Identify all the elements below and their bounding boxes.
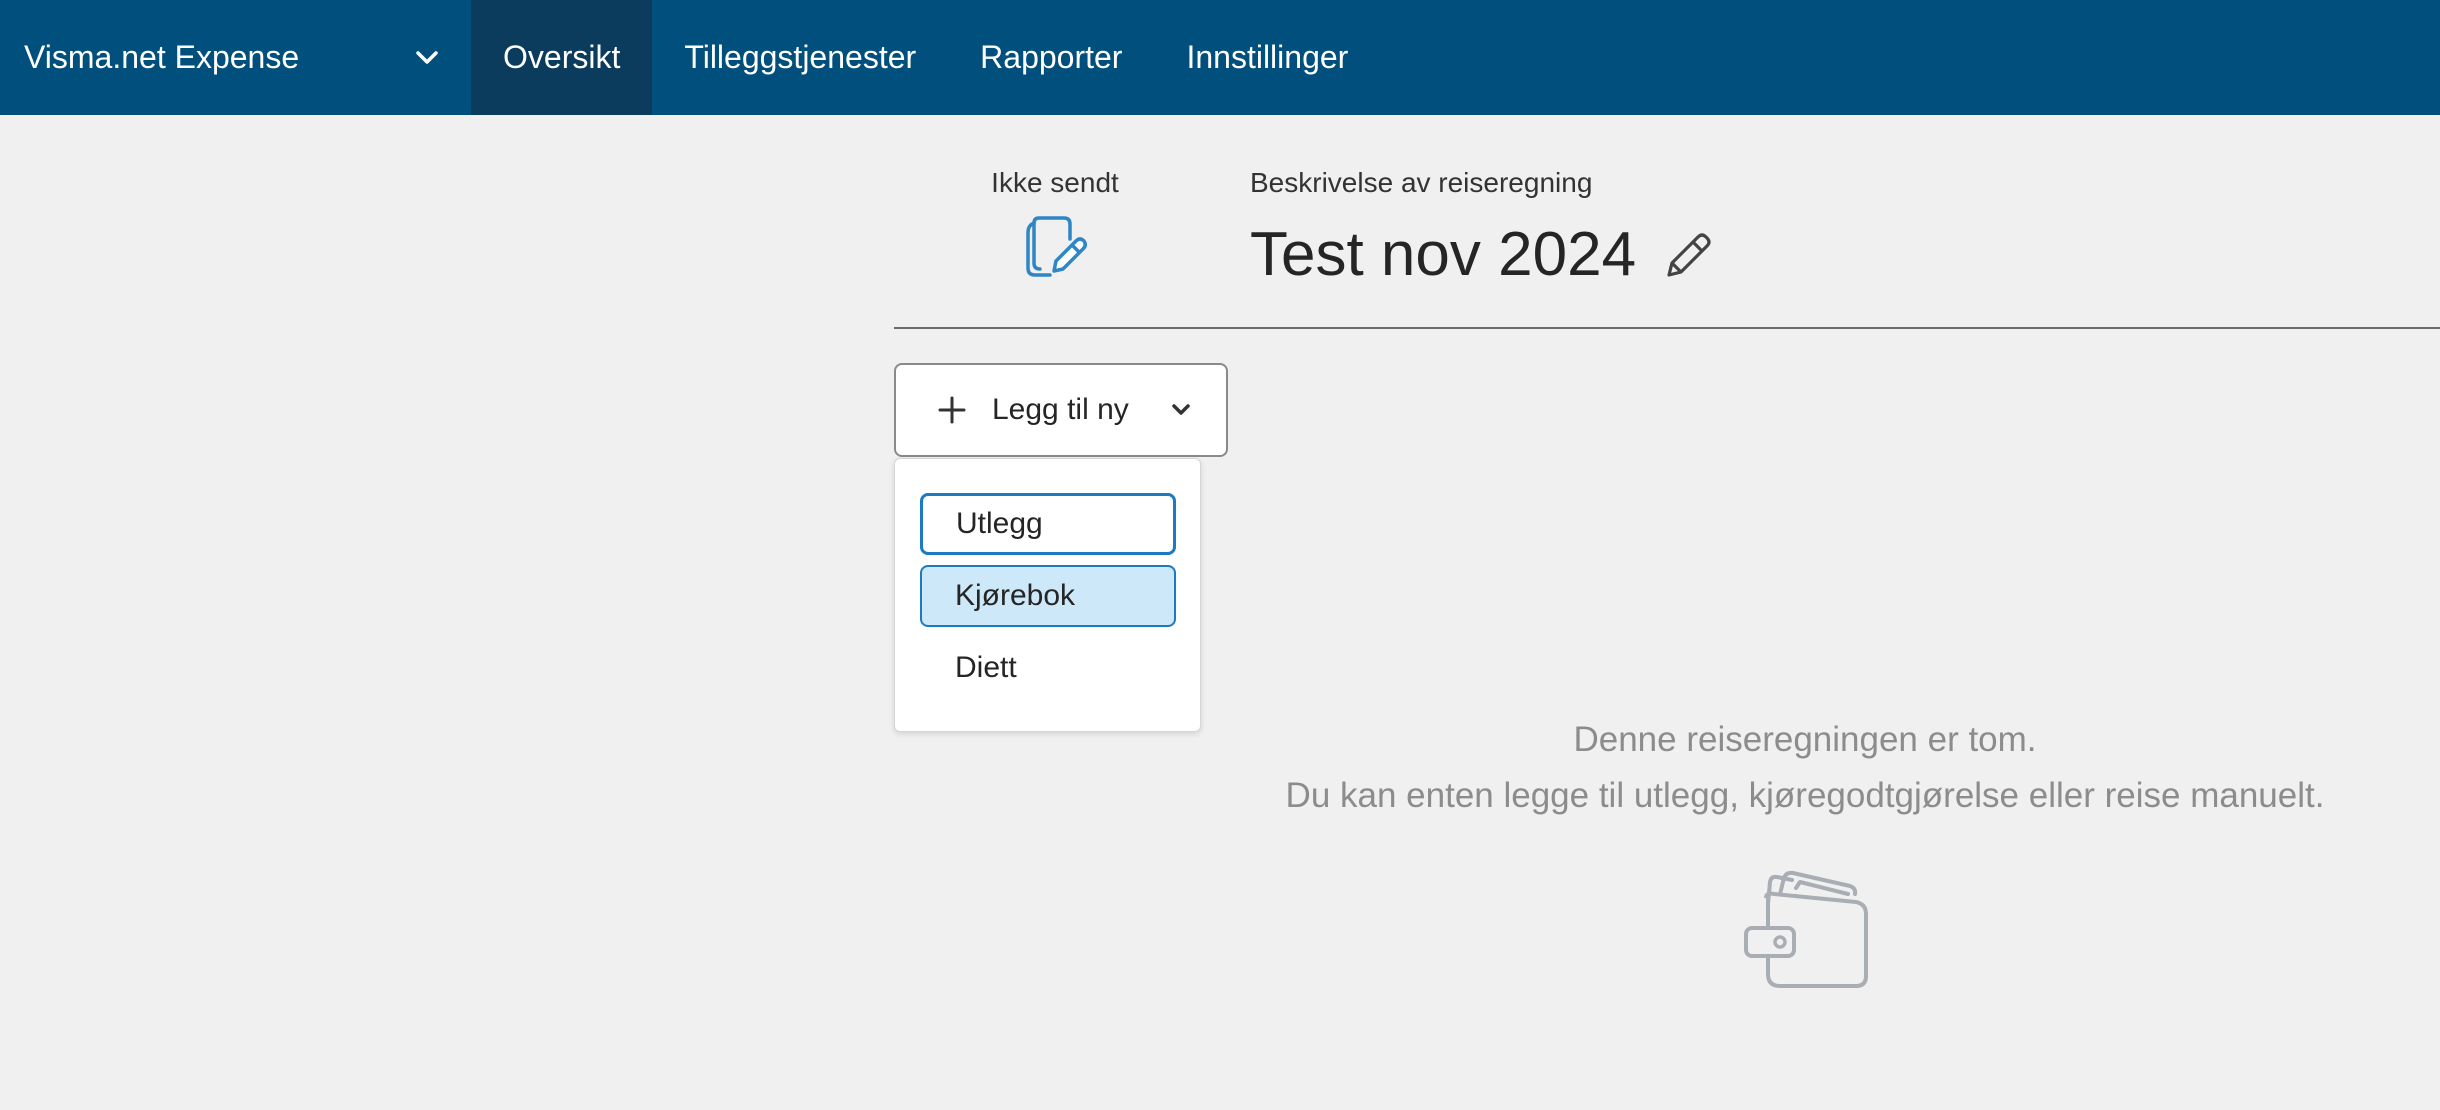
chevron-down-icon — [1169, 398, 1193, 422]
header-divider — [894, 327, 2440, 329]
menu-item-kjorebok[interactable]: Kjørebok — [920, 565, 1176, 627]
app-switcher[interactable]: Visma.net Expense — [0, 0, 471, 115]
menu-item-diett[interactable]: Diett — [920, 637, 1176, 699]
empty-state-hint: Du kan enten legge til utlegg, kjøregodt… — [1285, 776, 2325, 815]
add-new-button[interactable]: Legg til ny — [894, 363, 1228, 457]
chevron-down-icon — [411, 42, 443, 74]
nav-tab-label: Oversikt — [503, 39, 621, 75]
report-title: Test nov 2024 — [1250, 220, 1637, 289]
nav-tab-oversikt[interactable]: Oversikt — [471, 0, 653, 115]
edit-title-button[interactable] — [1662, 228, 1716, 282]
pencil-icon — [1667, 233, 1711, 277]
status-label: Ikke sendt — [991, 167, 1119, 198]
add-new-label: Legg til ny — [992, 393, 1129, 426]
nav-tab-label: Innstillinger — [1186, 39, 1349, 75]
menu-item-label: Kjørebok — [955, 579, 1076, 612]
empty-state-title: Denne reiseregningen er tom. — [1573, 720, 2037, 759]
app-name: Visma.net Expense — [24, 39, 300, 75]
report-description: Beskrivelse av reiseregning Test nov 202… — [1250, 165, 1716, 291]
menu-item-label: Diett — [955, 651, 1017, 684]
add-new-menu: Utlegg Kjørebok Diett — [894, 458, 1201, 732]
menu-item-label: Utlegg — [956, 507, 1043, 540]
nav-tab-label: Rapporter — [980, 39, 1123, 75]
nav-tab-rapporter[interactable]: Rapporter — [948, 0, 1154, 115]
title-row: Test nov 2024 — [1250, 219, 1716, 291]
top-navigation-bar: Visma.net Expense Oversikt Tilleggstjene… — [0, 0, 2440, 115]
report-status: Ikke sendt — [960, 165, 1150, 283]
nav-tab-innstillinger[interactable]: Innstillinger — [1154, 0, 1380, 115]
description-label: Beskrivelse av reiseregning — [1250, 167, 1593, 198]
empty-state: Denne reiseregningen er tom. Du kan ente… — [1180, 712, 2430, 994]
menu-item-utlegg[interactable]: Utlegg — [920, 493, 1176, 555]
nav-tab-tilleggstjenester[interactable]: Tilleggstjenester — [652, 0, 948, 115]
nav-tab-label: Tilleggstjenester — [684, 39, 917, 75]
wallet-icon — [1744, 870, 1868, 988]
draft-document-pencil-icon — [1026, 216, 1088, 277]
plus-icon — [936, 394, 968, 426]
